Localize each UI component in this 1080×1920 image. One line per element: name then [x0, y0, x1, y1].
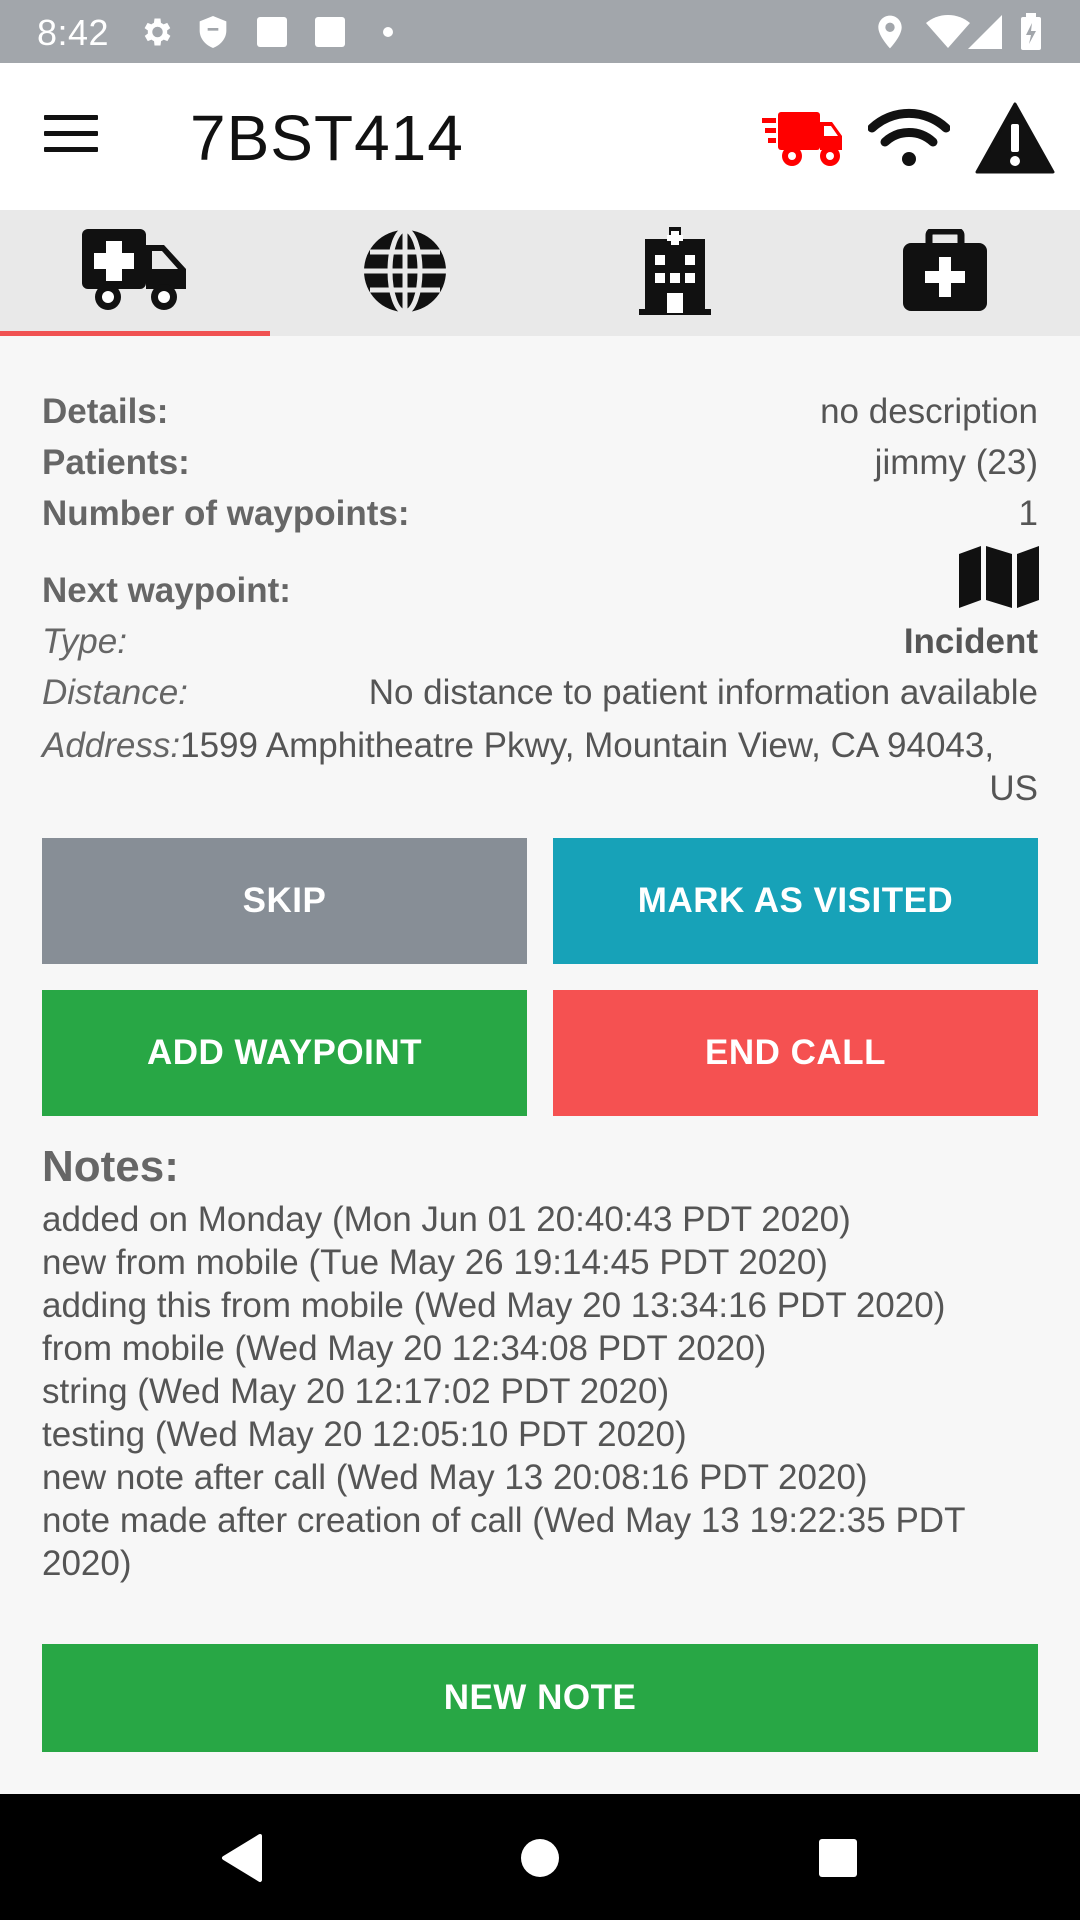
list-item: testing (Wed May 20 12:05:10 PDT 2020) [42, 1415, 687, 1454]
type-row: Type: Incident [42, 622, 1038, 662]
status-time: 8:42 [37, 12, 110, 53]
dot-icon [382, 15, 394, 49]
ambulance-icon [80, 227, 190, 320]
wifi-icon[interactable] [868, 98, 950, 178]
type-label: Type: [42, 622, 127, 661]
distance-row: Distance: No distance to patient informa… [42, 673, 1038, 713]
map-icon[interactable] [959, 546, 1039, 613]
tab-ambulance[interactable] [0, 210, 270, 336]
list-item: from mobile (Wed May 20 12:34:08 PDT 202… [42, 1329, 767, 1368]
new-note-button[interactable]: NEW NOTE [42, 1644, 1038, 1752]
status-bar: 8:42 [0, 0, 1080, 63]
signal-icon [968, 15, 1002, 49]
address-row: Address:1599 Amphitheatre Pkwy, Mountain… [42, 724, 1038, 810]
waypoints-label: Number of waypoints: [42, 494, 410, 533]
details-row: Details: no description [42, 392, 1038, 432]
tab-globe[interactable] [270, 210, 540, 336]
hospital-icon [637, 226, 713, 320]
back-icon[interactable] [214, 1830, 270, 1886]
distance-value: No distance to patient information avail… [368, 673, 1038, 712]
tab-bar [0, 210, 1080, 336]
tab-hospital[interactable] [540, 210, 810, 336]
app-bar: 7BST414 [0, 63, 1080, 210]
nav-bar [0, 1794, 1080, 1920]
notes-title: Notes: [42, 1142, 179, 1191]
list-item: new note after call (Wed May 13 20:08:16… [42, 1458, 868, 1497]
details-label: Details: [42, 392, 169, 431]
list-item: added on Monday (Mon Jun 01 20:40:43 PDT… [42, 1200, 851, 1239]
patients-value: jimmy (23) [874, 443, 1038, 482]
menu-icon[interactable] [44, 115, 98, 155]
patients-row: Patients: jimmy (23) [42, 443, 1038, 483]
warning-icon[interactable] [974, 98, 1056, 178]
type-value: Incident [903, 622, 1038, 661]
next-waypoint-row: Next waypoint: [42, 571, 1038, 611]
end-call-button[interactable]: END CALL [553, 990, 1038, 1116]
shield-icon [197, 15, 229, 49]
globe-icon [362, 227, 448, 319]
patients-label: Patients: [42, 443, 190, 482]
details-value: no description [820, 392, 1038, 431]
address-value-line2: US [989, 769, 1038, 808]
address-value-line1: 1599 Amphitheatre Pkwy, Mountain View, C… [180, 726, 995, 765]
list-item: adding this from mobile (Wed May 20 13:3… [42, 1286, 946, 1325]
list-item: string (Wed May 20 12:17:02 PDT 2020) [42, 1372, 670, 1411]
gear-icon [138, 15, 174, 49]
medkit-icon [901, 227, 989, 318]
battery-icon [1020, 13, 1042, 50]
next-waypoint-label: Next waypoint: [42, 571, 291, 610]
list-item: note made after creation of call (Wed Ma… [42, 1501, 965, 1583]
tab-medkit[interactable] [810, 210, 1080, 336]
truck-fast-icon[interactable] [762, 98, 844, 178]
add-waypoint-button[interactable]: ADD WAYPOINT [42, 990, 527, 1116]
page-title: 7BST414 [190, 102, 464, 174]
waypoints-value: 1 [1018, 494, 1038, 533]
home-icon[interactable] [512, 1830, 568, 1886]
square-icon [256, 15, 288, 49]
address-label: Address: [42, 726, 181, 765]
skip-button[interactable]: SKIP [42, 838, 527, 964]
mark-as-visited-button[interactable]: MARK AS VISITED [553, 838, 1038, 964]
waypoints-row: Number of waypoints: 1 [42, 494, 1038, 534]
square-icon [314, 15, 346, 49]
notes-list: added on Monday (Mon Jun 01 20:40:43 PDT… [42, 1198, 1038, 1585]
distance-label: Distance: [42, 673, 188, 712]
list-item: new from mobile (Tue May 26 19:14:45 PDT… [42, 1243, 828, 1282]
recents-icon[interactable] [810, 1830, 866, 1886]
wifi-icon [926, 15, 970, 49]
location-pin-icon [876, 15, 904, 49]
